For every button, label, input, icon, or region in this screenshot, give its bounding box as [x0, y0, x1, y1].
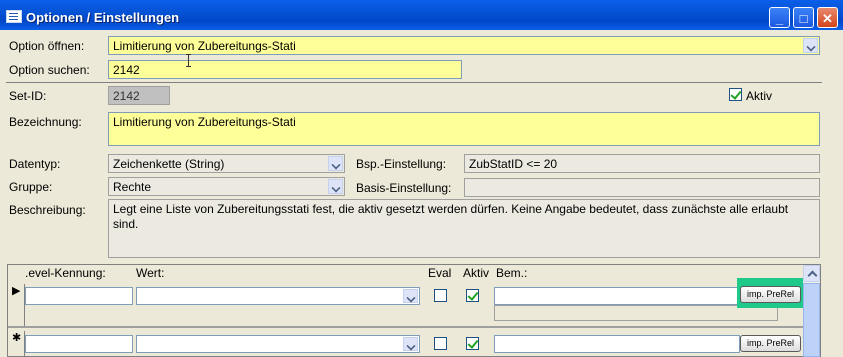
gruppe-combobox[interactable]: Rechte — [108, 177, 345, 196]
setid-label: Set-ID: — [9, 89, 47, 103]
aktiv-row-checkbox[interactable] — [466, 289, 479, 302]
option-open-combobox[interactable]: Limitierung von Zubereitungs-Stati — [108, 36, 820, 55]
gruppe-label: Gruppe: — [9, 180, 53, 194]
aktiv-checkbox[interactable] — [729, 88, 742, 101]
basis-label: Basis-Einstellung: — [356, 181, 452, 195]
imp-prerel-button[interactable]: imp. PreRel — [740, 286, 801, 303]
chevron-down-icon[interactable] — [803, 38, 818, 53]
header-wert: Wert: — [136, 266, 165, 280]
wert-combobox-new[interactable] — [136, 335, 420, 353]
beschreibung-label: Beschreibung: — [9, 203, 86, 217]
option-open-label: Option öffnen: — [9, 39, 85, 53]
chevron-down-icon[interactable] — [328, 156, 343, 171]
imp-prerel-button-new[interactable]: imp. PreRel — [740, 335, 801, 352]
eval-checkbox[interactable] — [434, 289, 447, 302]
header-aktiv: Aktiv — [463, 266, 490, 280]
option-search-label: Option suchen: — [9, 63, 90, 77]
bezeichnung-label: Bezeichnung: — [9, 115, 82, 129]
bem-input[interactable] — [494, 287, 740, 305]
wert-combobox[interactable] — [136, 287, 420, 305]
eval-checkbox-new[interactable] — [434, 337, 447, 350]
setid-field: 2142 — [108, 86, 170, 105]
chevron-down-icon[interactable] — [328, 179, 343, 194]
bezeichnung-value: Limitierung von Zubereitungs-Stati — [113, 115, 296, 129]
option-search-value: 2142 — [113, 63, 140, 77]
new-record-icon: ✱ — [12, 332, 22, 344]
level-input-new[interactable] — [25, 335, 133, 353]
header-eval: Eval — [428, 266, 452, 280]
header-level: .evel-Kennung: — [25, 266, 106, 280]
beschreibung-value: Legt eine Liste von Zubereitungsstati fe… — [113, 202, 789, 231]
header-bem: Bem.: — [496, 266, 528, 280]
current-record-icon: ▶ — [12, 285, 21, 297]
basis-field[interactable] — [464, 178, 820, 197]
minimize-button[interactable]: _ — [769, 7, 790, 28]
setid-value: 2142 — [113, 89, 140, 103]
close-button[interactable]: ✕ — [817, 7, 838, 28]
datentyp-label: Datentyp: — [9, 157, 61, 171]
aktiv-row-checkbox-new[interactable] — [466, 337, 479, 350]
option-search-input[interactable]: 2142 — [108, 60, 462, 79]
bsp-field: ZubStatID <= 20 — [464, 154, 820, 173]
divider — [6, 82, 822, 83]
beschreibung-textarea[interactable]: Legt eine Liste von Zubereitungsstati fe… — [108, 199, 820, 258]
record-selector[interactable]: ▶ — [8, 284, 25, 326]
text-cursor-icon — [186, 54, 191, 67]
aktiv-label: Aktiv — [746, 89, 773, 103]
subform-scrollbar[interactable] — [803, 265, 820, 357]
scroll-thumb[interactable] — [803, 283, 820, 357]
options-window: Optionen / Einstellungen _ □ ✕ Option öf… — [0, 0, 843, 357]
bsp-label: Bsp.-Einstellung: — [356, 157, 447, 171]
bsp-value: ZubStatID <= 20 — [469, 157, 558, 171]
bezeichnung-input[interactable]: Limitierung von Zubereitungs-Stati — [108, 112, 820, 146]
maximize-button[interactable]: □ — [793, 7, 814, 28]
datentyp-combobox[interactable]: Zeichenkette (String) — [108, 154, 345, 173]
scroll-up-icon[interactable] — [803, 265, 820, 282]
title-bar[interactable]: Optionen / Einstellungen _ □ ✕ — [0, 0, 843, 30]
chevron-down-icon[interactable] — [403, 289, 418, 303]
gruppe-value: Rechte — [113, 180, 152, 194]
bem-input-new[interactable] — [494, 335, 740, 353]
chevron-down-icon[interactable] — [403, 337, 418, 351]
window-title: Optionen / Einstellungen — [26, 10, 180, 25]
datentyp-value: Zeichenkette (String) — [113, 157, 225, 171]
bem-extra-field — [494, 305, 778, 321]
level-input[interactable] — [25, 287, 133, 305]
option-open-value: Limitierung von Zubereitungs-Stati — [113, 39, 296, 53]
form-icon — [6, 10, 22, 23]
new-record-selector[interactable]: ✱ — [8, 331, 25, 357]
